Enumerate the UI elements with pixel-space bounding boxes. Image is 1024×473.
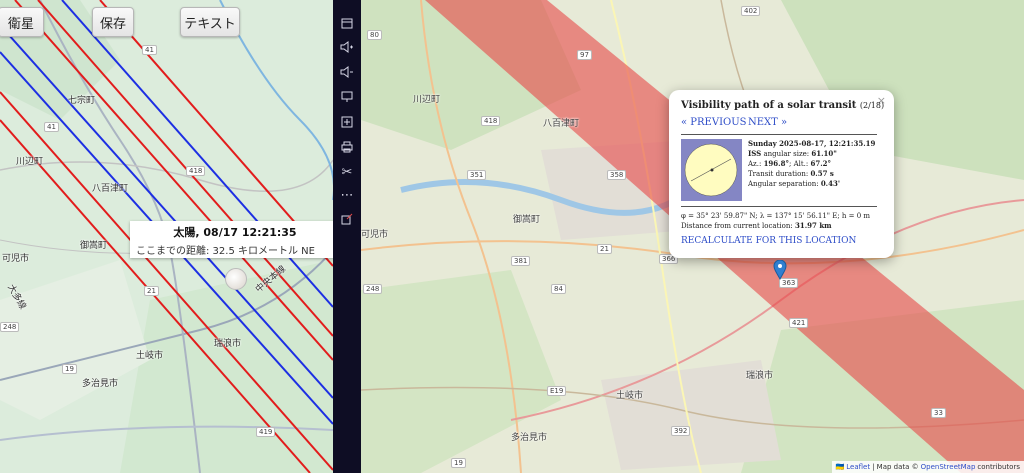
map-label-tajimi: 多治見市 — [511, 433, 548, 443]
print-icon[interactable] — [339, 140, 355, 154]
map-label-toki: 土岐市 — [136, 351, 164, 361]
divider — [681, 206, 877, 207]
sun-marker[interactable] — [225, 268, 247, 290]
attribution-separator: | Map data © — [872, 463, 919, 471]
map-label-mizunami: 瑞浪市 — [214, 339, 242, 349]
map-label-toki: 土岐市 — [616, 391, 644, 401]
volume-down-icon[interactable] — [339, 65, 355, 79]
road-shield: 392 — [671, 426, 691, 436]
transit-duration-label: Transit duration: — [748, 170, 811, 178]
road-shield: 19 — [62, 364, 77, 374]
road-shield: 21 — [597, 244, 612, 254]
attribution-contributors: contributors — [977, 463, 1020, 471]
popup-title-text: Visibility path of a solar transit — [681, 100, 857, 111]
distance-value: 31.97 km — [794, 221, 832, 230]
road-shield: 19 — [451, 458, 466, 468]
sun-tooltip-title: 太陽, 08/17 12:21:35 — [173, 226, 297, 239]
map-label-kani: 可児市 — [2, 254, 30, 264]
satellite-button[interactable]: 衛星 — [0, 7, 44, 37]
road-shield: 351 — [467, 170, 487, 180]
map-attribution: 🇺🇦 Leaflet | Map data © OpenStreetMap co… — [831, 461, 1024, 473]
scissors-icon[interactable]: ✂ — [339, 165, 355, 180]
transit-info: Sunday 2025-08-17, 12:21:35.19 ISS angul… — [748, 139, 875, 189]
map-label-mizunami: 瑞浪市 — [746, 371, 774, 381]
volume-up-icon[interactable] — [339, 40, 355, 54]
divider — [681, 134, 877, 135]
road-shield: 248 — [0, 322, 20, 332]
save-button[interactable]: 保存 — [92, 7, 134, 37]
sun-tooltip: 太陽, 08/17 12:21:35 ここまでの距離: 32.5 キロメートル … — [130, 221, 333, 258]
map-label-yaotsu: 八百津町 — [92, 184, 129, 194]
map-label-kawabe: 川辺町 — [413, 95, 441, 105]
road-shield: 33 — [931, 408, 946, 418]
az-label: Az.: — [748, 160, 764, 168]
road-shield: 41 — [44, 122, 59, 132]
location-info: φ = 35° 23' 59.87" N; λ = 137° 15' 56.11… — [681, 211, 870, 231]
map-label-yaotsu: 八百津町 — [543, 119, 580, 129]
az-value: 196.8° — [763, 159, 789, 168]
text-button[interactable]: テキスト — [180, 7, 240, 37]
road-shield: 97 — [577, 50, 592, 60]
road-shield: 358 — [607, 170, 627, 180]
map-label-mitake: 御嵩町 — [513, 215, 541, 225]
transit-image — [681, 139, 742, 201]
recalculate-link[interactable]: RECALCULATE FOR THIS LOCATION — [681, 236, 856, 246]
road-shield: 381 — [511, 256, 531, 266]
share-icon[interactable] — [339, 212, 355, 226]
road-shield: 41 — [142, 45, 157, 55]
map-label-nanamune: 七宗町 — [68, 96, 96, 106]
distance-label: Distance from current location: — [681, 222, 795, 230]
side-toolbar: ✂ ⋯ — [333, 0, 361, 473]
calendar-icon[interactable] — [339, 16, 355, 30]
osm-link[interactable]: OpenStreetMap — [921, 463, 976, 471]
previous-link[interactable]: « PREVIOUS — [681, 117, 747, 128]
separation-label: Angular separation: — [748, 180, 821, 188]
road-shield: 418 — [186, 166, 206, 176]
popup-title: Visibility path of a solar transit (2/18… — [681, 100, 884, 111]
next-link[interactable]: NEXT » — [748, 117, 787, 128]
road-shield: 248 — [363, 284, 383, 294]
location-pin-icon[interactable] — [773, 259, 787, 281]
left-map-panel[interactable]: 衛星 保存 テキスト 七宗町 川辺町 八百津町 御嵩町 可児市 土岐市 瑞浪市 … — [0, 0, 333, 473]
road-shield: E19 — [547, 386, 567, 396]
popup-counter: (2/18) — [859, 101, 885, 110]
alt-value: 67.2° — [810, 159, 832, 168]
alt-label: ; Alt.: — [788, 160, 811, 168]
display-icon[interactable] — [339, 90, 355, 104]
road-shield: 80 — [367, 30, 382, 40]
transit-duration-value: 0.57 s — [810, 169, 834, 178]
angular-size-label: angular size: — [761, 150, 812, 158]
map-label-kawabe: 川辺町 — [16, 157, 44, 167]
map-label-kani: 可児市 — [361, 230, 389, 240]
transit-popup: × Visibility path of a solar transit (2/… — [669, 90, 894, 258]
map-label-tajimi: 多治見市 — [82, 379, 119, 389]
coordinates: φ = 35° 23' 59.87" N; λ = 137° 15' 56.11… — [681, 212, 871, 220]
separation-value: 0.43' — [820, 179, 841, 188]
road-shield: 402 — [741, 6, 761, 16]
leaflet-link[interactable]: Leaflet — [846, 463, 870, 471]
new-tab-icon[interactable] — [339, 115, 355, 129]
more-icon[interactable]: ⋯ — [339, 188, 355, 203]
road-shield: 418 — [481, 116, 501, 126]
map-label-mitake: 御嵩町 — [80, 241, 108, 251]
ukraine-flag-icon: 🇺🇦 — [835, 463, 845, 471]
iss-label: ISS — [748, 149, 762, 158]
road-shield: 84 — [551, 284, 566, 294]
transit-date: Sunday 2025-08-17, 12:21:35.19 — [748, 139, 876, 148]
road-shield: 421 — [789, 318, 809, 328]
angular-size-value: 61.10" — [811, 149, 837, 158]
sun-tooltip-distance: ここまでの距離: 32.5 キロメートル NE — [136, 246, 315, 257]
road-shield: 419 — [256, 427, 276, 437]
road-shield: 21 — [144, 286, 159, 296]
